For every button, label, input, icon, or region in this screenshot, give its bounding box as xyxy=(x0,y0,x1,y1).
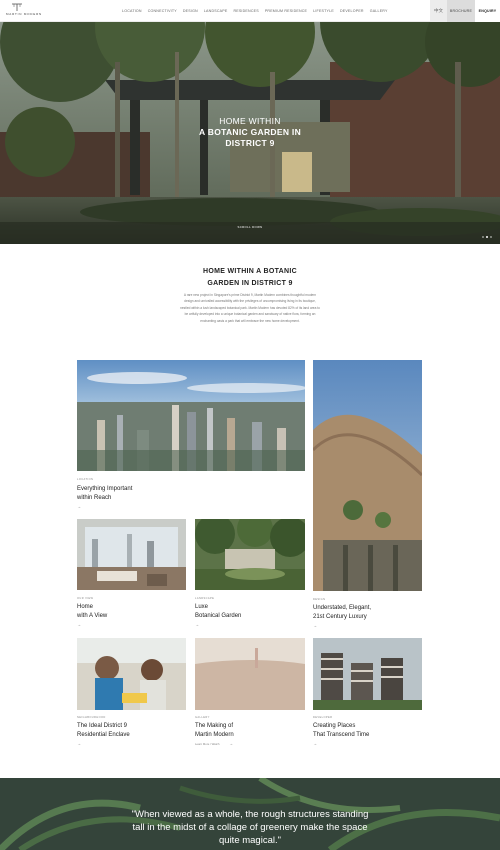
card-location-category: LOCATION xyxy=(77,478,94,481)
card-landscape-title-line2: Botanical Garden xyxy=(195,613,242,619)
card-landscape-category: LANDSCAPE xyxy=(195,597,215,600)
card-location-image xyxy=(77,360,305,471)
card-view-title-line1: Home xyxy=(77,604,94,610)
card-view[interactable]: OUR VIEW Home with A View → xyxy=(77,519,186,631)
card-landscape-title: Luxe Botanical Garden xyxy=(195,603,305,621)
martin-modern-logo[interactable]: MARTIN MODERN xyxy=(6,3,43,19)
card-developer-arrow-icon: → xyxy=(313,741,317,746)
card-neighbourhood-title-line1: The Ideal District 9 xyxy=(77,723,128,729)
card-gallery-title-line1: The Making of xyxy=(195,723,234,729)
card-gallery-image xyxy=(195,638,305,710)
card-landscape-arrow-icon: → xyxy=(195,622,199,627)
card-view-image xyxy=(77,519,186,590)
logo-mark-icon xyxy=(12,3,22,11)
card-location-title-line1: Everything Important xyxy=(77,486,133,492)
card-design-title-line1: Understated, Elegant, xyxy=(313,605,372,611)
brochure-button[interactable]: BROCHURE xyxy=(447,0,475,22)
intro-paragraph: A rare new project in Singapore's prime … xyxy=(180,293,320,323)
card-landscape-image xyxy=(195,519,305,590)
quote-line1: "When viewed as a whole, the rough struc… xyxy=(131,809,369,820)
card-design-title-line2: 21st Century Luxury xyxy=(313,614,367,620)
nav-item-lifestyle[interactable]: LIFESTYLE xyxy=(313,9,334,13)
card-developer-title-line2: That Transcend Time xyxy=(313,732,370,738)
nav-item-gallery[interactable]: GALLERY xyxy=(370,9,388,13)
nav-item-developer[interactable]: DEVELOPER xyxy=(340,9,364,13)
card-developer-title: Creating Places That Transcend Time xyxy=(313,722,422,740)
card-view-category: OUR VIEW xyxy=(77,597,94,600)
card-developer-image xyxy=(313,638,422,710)
slider-dot-1[interactable] xyxy=(482,236,484,238)
card-gallery-title: The Making of Martin Modern xyxy=(195,722,305,740)
card-view-title-line2: with A View xyxy=(77,613,108,619)
card-gallery-category: GALLERY xyxy=(195,716,210,719)
card-gallery-title-line2: Martin Modern xyxy=(195,732,234,738)
hero-title-line2: A BOTANIC GARDEN IN xyxy=(198,127,302,137)
card-design-image xyxy=(313,360,422,591)
card-developer[interactable]: DEVELOPER Creating Places That Transcend… xyxy=(313,638,422,753)
card-neighbourhood-category: NEIGHBOURHOOD xyxy=(77,716,106,719)
hero-title-line3: DISTRICT 9 xyxy=(225,138,275,148)
card-location-arrow-icon: → xyxy=(77,504,81,509)
card-location[interactable]: LOCATION Everything Important within Rea… xyxy=(77,360,305,512)
card-neighbourhood-image xyxy=(77,638,186,710)
card-design[interactable]: DESIGN Understated, Elegant, 21st Centur… xyxy=(313,360,422,628)
card-gallery[interactable]: GALLERY The Making of Martin Modern Lear… xyxy=(195,638,305,753)
card-developer-category: DEVELOPER xyxy=(313,716,333,719)
card-design-category: DESIGN xyxy=(313,598,326,601)
intro-heading-line1: HOME WITHIN A BOTANIC xyxy=(203,268,297,275)
card-landscape-title-line1: Luxe xyxy=(195,604,209,610)
card-view-title: Home with A View xyxy=(77,603,186,621)
quote-line2: tall in the midst of a collage of greene… xyxy=(132,822,368,833)
intro-heading: HOME WITHIN A BOTANIC GARDEN IN DISTRICT… xyxy=(170,266,330,290)
card-neighbourhood-title: The Ideal District 9 Residential Enclave xyxy=(77,722,186,740)
nav-item-landscape[interactable]: LANDSCAPE xyxy=(204,9,228,13)
card-design-arrow-icon: → xyxy=(313,623,317,628)
top-header: MARTIN MODERN LOCATION CONNECTIVITY DESI… xyxy=(0,0,500,22)
nav-item-residences[interactable]: RESIDENCES xyxy=(233,9,258,13)
card-neighbourhood-title-line2: Residential Enclave xyxy=(77,732,130,738)
intro-heading-line2: GARDEN IN DISTRICT 9 xyxy=(207,280,293,287)
card-gallery-arrow-icon: → xyxy=(229,741,233,746)
nav-item-location[interactable]: LOCATION xyxy=(122,9,142,13)
hero-title-line1: HOME WITHIN xyxy=(219,116,281,126)
card-developer-title-line1: Creating Places xyxy=(313,723,356,729)
enquiry-button[interactable]: ENQUIRY xyxy=(475,0,500,22)
quote-line3: quite magical." xyxy=(219,835,281,846)
testimonial-quote: "When viewed as a whole, the rough struc… xyxy=(110,808,390,847)
card-location-title: Everything Important within Reach xyxy=(77,485,305,503)
card-landscape[interactable]: LANDSCAPE Luxe Botanical Garden → xyxy=(195,519,305,631)
nav-item-premium-residence[interactable]: PREMIUM RESIDENCE xyxy=(265,9,307,13)
card-design-title: Understated, Elegant, 21st Century Luxur… xyxy=(313,604,422,622)
hero-title: HOME WITHIN A BOTANIC GARDEN IN DISTRICT… xyxy=(150,116,350,149)
main-nav: LOCATION CONNECTIVITY DESIGN LANDSCAPE R… xyxy=(122,0,388,22)
card-neighbourhood-arrow-icon: → xyxy=(77,741,81,746)
card-neighbourhood[interactable]: NEIGHBOURHOOD The Ideal District 9 Resid… xyxy=(77,638,186,753)
slider-dot-3[interactable] xyxy=(490,236,492,238)
nav-item-connectivity[interactable]: CONNECTIVITY xyxy=(148,9,177,13)
card-gallery-subtext[interactable]: Learn More / Watch xyxy=(195,742,219,746)
logo-text: MARTIN MODERN xyxy=(6,12,43,16)
card-view-arrow-icon: → xyxy=(77,622,81,627)
slider-dots xyxy=(482,236,492,238)
hero-banner: HOME WITHIN A BOTANIC GARDEN IN DISTRICT… xyxy=(0,22,500,244)
scroll-down-link[interactable]: SCROLL DOWN xyxy=(225,225,275,229)
card-location-title-line2: within Reach xyxy=(77,495,112,501)
nav-item-design[interactable]: DESIGN xyxy=(183,9,198,13)
slider-dot-2[interactable] xyxy=(486,236,488,238)
language-toggle[interactable]: 中文 xyxy=(430,0,447,22)
